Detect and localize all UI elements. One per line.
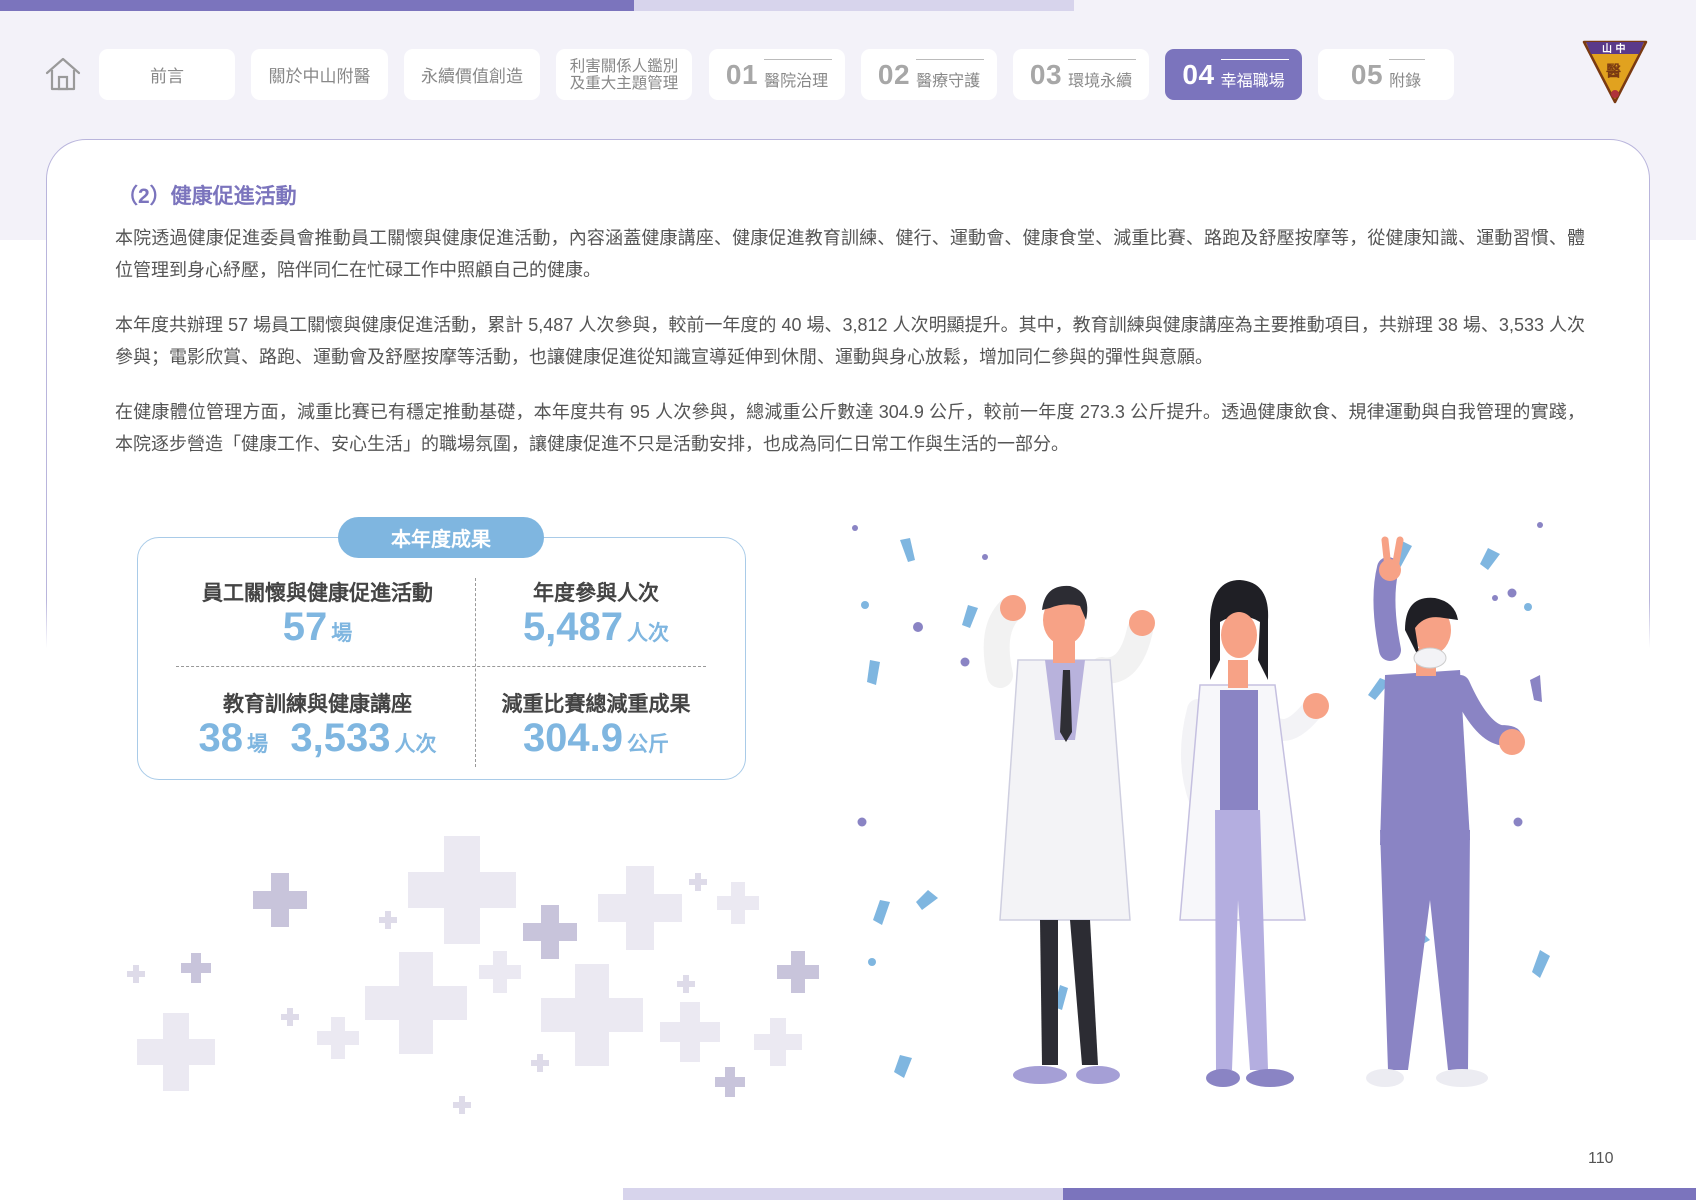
tab-stakeholders[interactable]: 利害關係人鑑別 及重大主題管理 <box>556 49 692 100</box>
tab-label-line2: 及重大主題管理 <box>569 74 679 92</box>
stats-horizontal-divider <box>176 666 706 667</box>
tab-environment[interactable]: 03 環境永續 <box>1013 49 1149 100</box>
home-icon[interactable] <box>44 55 82 93</box>
bottom-accent-stripe-light <box>623 1188 1063 1200</box>
page-number: 110 <box>1588 1150 1614 1167</box>
tab-appendix[interactable]: 05 附錄 <box>1318 49 1454 100</box>
stat-unit: 場 <box>331 622 353 645</box>
top-accent-stripe-light <box>634 0 1074 11</box>
tab-about[interactable]: 關於中山附醫 <box>251 49 388 100</box>
stat-unit: 場 <box>246 733 268 756</box>
tab-label: 醫療守護 <box>916 58 985 91</box>
bottom-accent-stripe <box>1063 1188 1696 1200</box>
tab-preface[interactable]: 前言 <box>99 49 235 100</box>
tab-governance[interactable]: 01 醫院治理 <box>709 49 845 100</box>
tab-medical-care[interactable]: 02 醫療守護 <box>861 49 997 100</box>
stats-badge: 本年度成果 <box>338 517 544 558</box>
stat-unit-2: 人次 <box>394 733 437 756</box>
stat-value-weight-loss: 304.9 公斤 <box>476 716 716 761</box>
tab-number: 05 <box>1350 58 1384 90</box>
tab-label-line1: 利害關係人鑑別 <box>569 57 679 75</box>
celebrating-staff-illustration <box>852 522 1550 1087</box>
stat-number: 5,487 <box>522 605 624 649</box>
stat-label-participants: 年度參與人次 <box>533 582 659 605</box>
tab-label: 附錄 <box>1389 58 1426 91</box>
stat-number: 38 <box>198 716 243 760</box>
tab-label: 關於中山附醫 <box>268 67 371 86</box>
tab-number: 03 <box>1029 58 1063 90</box>
stat-unit: 人次 <box>627 622 670 645</box>
tab-number: 01 <box>725 58 759 90</box>
section-title: （2）健康促進活動 <box>117 185 297 208</box>
stat-value-training: 38 場 3,533 人次 <box>160 716 475 761</box>
stat-number-2: 3,533 <box>290 716 391 760</box>
tab-number: 04 <box>1182 58 1215 90</box>
stat-number: 57 <box>282 605 328 649</box>
tab-sustainable-value[interactable]: 永續價值創造 <box>404 49 540 100</box>
paragraph-intro: 本院透過健康促進委員會推動員工關懷與健康促進活動，內容涵蓋健康講座、健康促進教育… <box>115 228 1585 280</box>
stat-value-activities: 57 場 <box>160 605 475 650</box>
svg-text:醫: 醫 <box>1606 62 1621 80</box>
tab-label: 醫院治理 <box>764 58 833 91</box>
paragraph-activities: 本年度共辦理 57 場員工關懷與健康促進活動，累計 5,487 人次參與，較前一… <box>115 315 1585 367</box>
stat-label-weight-loss: 減重比賽總減重成果 <box>501 693 691 716</box>
stat-unit: 公斤 <box>627 733 670 756</box>
tab-number: 02 <box>877 58 911 90</box>
stat-value-participants: 5,487 人次 <box>476 605 716 650</box>
decorative-crosses <box>127 836 819 1114</box>
stat-label-activities: 員工關懷與健康促進活動 <box>202 582 433 605</box>
tab-label: 環境永續 <box>1068 58 1137 91</box>
stat-number: 304.9 <box>522 716 624 760</box>
svg-text:山 中: 山 中 <box>1602 42 1625 55</box>
top-accent-stripe <box>0 0 634 11</box>
stat-label-training: 教育訓練與健康講座 <box>223 693 412 716</box>
hospital-logo: 山 中 醫 <box>1581 36 1649 106</box>
tab-label: 永續價值創造 <box>421 67 523 86</box>
tab-happy-workplace[interactable]: 04 幸福職場 <box>1165 49 1302 100</box>
tab-label: 前言 <box>150 67 184 86</box>
paragraph-weight-management: 在健康體位管理方面，減重比賽已有穩定推動基礎，本年度共有 95 人次參與，總減重… <box>115 402 1585 454</box>
tab-label: 幸福職場 <box>1220 58 1289 91</box>
